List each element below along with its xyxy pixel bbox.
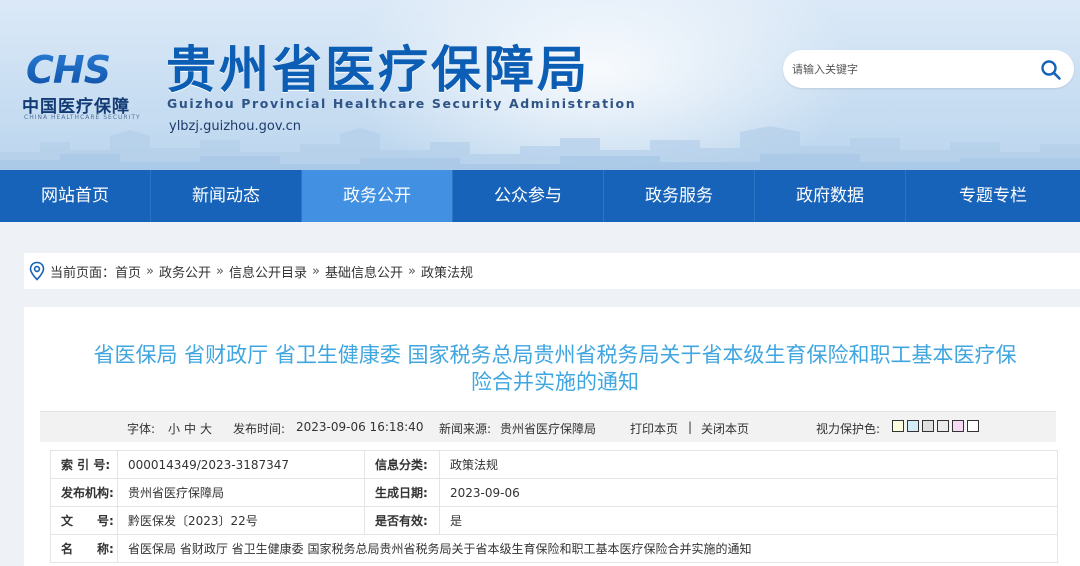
table-row: 文 号: 黔医保发〔2023〕22号 是否有效: 是 bbox=[50, 506, 1058, 535]
breadcrumb-item-info-catalog[interactable]: 信息公开目录 bbox=[229, 262, 307, 281]
close-page-link[interactable]: 关闭本页 bbox=[701, 420, 749, 437]
index-number-value: 000014349/2023-3187347 bbox=[117, 450, 365, 479]
info-category-value: 政策法规 bbox=[439, 450, 1058, 479]
breadcrumb-separator: » bbox=[312, 263, 320, 279]
publishing-org-label: 发布机构: bbox=[50, 478, 118, 507]
eye-protection-label: 视力保护色: bbox=[816, 422, 881, 436]
document-info-table: 索 引 号: 000014349/2023-3187347 信息分类: 政策法规… bbox=[50, 450, 1058, 563]
news-source: 贵州省医疗保障局 bbox=[500, 422, 597, 436]
breadcrumb: 当前页面： 首页 » 政务公开 » 信息公开目录 » 基础信息公开 » 政策法规 bbox=[24, 253, 1080, 289]
chs-logo-icon: CHS bbox=[26, 48, 111, 90]
document-name-label: 名 称: bbox=[50, 534, 118, 563]
breadcrumb-separator: » bbox=[146, 263, 154, 279]
table-row: 发布机构: 贵州省医疗保障局 生成日期: 2023-09-06 bbox=[50, 478, 1058, 507]
font-size-large-button[interactable]: 大 bbox=[200, 420, 212, 437]
generated-date-label: 生成日期: bbox=[364, 478, 440, 507]
publishing-org-value: 贵州省医疗保障局 bbox=[117, 478, 365, 507]
validity-value: 是 bbox=[439, 506, 1058, 535]
article-title-line-2: 险合并实施的通知 bbox=[471, 370, 639, 394]
font-size-label: 字体: bbox=[127, 422, 156, 436]
news-source-label: 新闻来源: bbox=[439, 422, 492, 436]
article-meta-bar: 字体: 小 中 大 发布时间: 2023-09-06 16:18:40 新闻来源… bbox=[40, 411, 1056, 442]
search-box bbox=[783, 50, 1074, 88]
publish-time: 2023-09-06 16:18:40 bbox=[296, 420, 424, 434]
article-title: 省医保局 省财政厅 省卫生健康委 国家税务总局贵州省税务局关于省本级生育保险和职… bbox=[50, 342, 1060, 396]
breadcrumb-prefix: 当前页面： bbox=[50, 265, 116, 281]
breadcrumb-separator: » bbox=[216, 263, 224, 279]
generated-date-value: 2023-09-06 bbox=[439, 478, 1058, 507]
info-category-label: 信息分类: bbox=[364, 450, 440, 479]
breadcrumb-item-policy[interactable]: 政策法规 bbox=[421, 262, 473, 281]
table-row: 索 引 号: 000014349/2023-3187347 信息分类: 政策法规 bbox=[50, 450, 1058, 479]
location-pin-icon bbox=[29, 261, 45, 281]
eye-protection-swatches bbox=[889, 420, 979, 434]
color-swatch-6[interactable] bbox=[967, 420, 979, 432]
site-header: CHS 中国医疗保障 CHINA HEALTHCARE SECURITY 贵州省… bbox=[0, 0, 1080, 170]
font-size-medium-button[interactable]: 中 bbox=[184, 420, 196, 437]
publish-time-label: 发布时间: bbox=[233, 422, 286, 436]
article-title-line-1: 省医保局 省财政厅 省卫生健康委 国家税务总局贵州省税务局关于省本级生育保险和职… bbox=[93, 343, 1017, 367]
breadcrumb-item-basic-info[interactable]: 基础信息公开 bbox=[325, 262, 403, 281]
document-number-value: 黔医保发〔2023〕22号 bbox=[117, 506, 365, 535]
site-title-en: Guizhou Provincial Healthcare Security A… bbox=[167, 96, 637, 111]
document-name-value: 省医保局 省财政厅 省卫生健康委 国家税务总局贵州省税务局关于省本级生育保险和职… bbox=[117, 534, 1058, 563]
search-icon[interactable] bbox=[1040, 59, 1062, 81]
index-number-label: 索 引 号: bbox=[50, 450, 118, 479]
nav-item-home[interactable]: 网站首页 bbox=[0, 170, 151, 222]
print-page-link[interactable]: 打印本页 bbox=[630, 420, 678, 437]
color-swatch-2[interactable] bbox=[907, 420, 919, 432]
article-panel: 省医保局 省财政厅 省卫生健康委 国家税务总局贵州省税务局关于省本级生育保险和职… bbox=[24, 307, 1080, 566]
document-number-label: 文 号: bbox=[50, 506, 118, 535]
nav-item-government-data[interactable]: 政府数据 bbox=[755, 170, 906, 222]
search-input[interactable] bbox=[783, 50, 1032, 88]
svg-text:CHS: CHS bbox=[26, 48, 110, 90]
color-swatch-3[interactable] bbox=[922, 420, 934, 432]
color-swatch-1[interactable] bbox=[892, 420, 904, 432]
nav-item-news[interactable]: 新闻动态 bbox=[151, 170, 302, 222]
site-title: 贵州省医疗保障局 bbox=[166, 40, 590, 99]
color-swatch-4[interactable] bbox=[937, 420, 949, 432]
color-swatch-5[interactable] bbox=[952, 420, 964, 432]
font-size-small-button[interactable]: 小 bbox=[168, 420, 180, 437]
main-nav: 网站首页 新闻动态 政务公开 公众参与 政务服务 政府数据 专题专栏 bbox=[0, 170, 1080, 222]
validity-label: 是否有效: bbox=[364, 506, 440, 535]
nav-item-special-topics[interactable]: 专题专栏 bbox=[906, 170, 1080, 222]
table-row: 名 称: 省医保局 省财政厅 省卫生健康委 国家税务总局贵州省税务局关于省本级生… bbox=[50, 534, 1058, 563]
breadcrumb-separator: » bbox=[407, 263, 416, 279]
nav-item-government-affairs[interactable]: 政务公开 bbox=[302, 170, 453, 222]
meta-divider: | bbox=[688, 420, 693, 434]
brand-name-en: CHINA HEALTHCARE SECURITY bbox=[24, 114, 141, 121]
nav-item-public-participation[interactable]: 公众参与 bbox=[453, 170, 604, 222]
breadcrumb-item-government-affairs[interactable]: 政务公开 bbox=[159, 262, 211, 281]
breadcrumb-item-home[interactable]: 首页 bbox=[115, 262, 141, 281]
site-url: ylbzj.guizhou.gov.cn bbox=[169, 119, 302, 134]
nav-item-government-services[interactable]: 政务服务 bbox=[604, 170, 755, 222]
